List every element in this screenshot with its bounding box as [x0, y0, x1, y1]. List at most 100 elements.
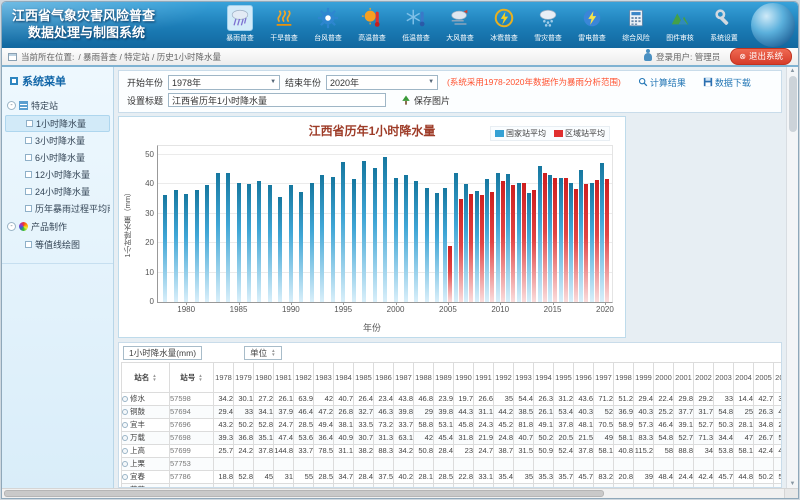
sort-arrows-icon[interactable]: ▲▼	[152, 374, 156, 382]
toolbar-item-hail[interactable]: 冰雹普查	[482, 4, 526, 43]
checkbox-icon[interactable]	[25, 188, 32, 195]
value-cell: 43.6	[574, 393, 594, 406]
value-cell: 20.8	[614, 471, 634, 484]
toolbar-item-risk[interactable]: 综合风险	[614, 4, 658, 43]
tree-group-1[interactable]: -产品制作	[5, 217, 110, 236]
chart-title-input[interactable]: 江西省历年1小时降水量	[168, 93, 386, 107]
checkbox-icon[interactable]	[25, 171, 32, 178]
map-review-icon	[667, 5, 693, 31]
value-cell: 53.4	[554, 406, 574, 419]
value-cell: 42.4	[694, 471, 714, 484]
table-row[interactable]: 宜丰5769643.250.252.824.728.549.438.133.57…	[122, 419, 783, 432]
row-expand-icon[interactable]	[122, 409, 128, 415]
row-expand-icon[interactable]	[122, 448, 128, 454]
tree-item[interactable]: 3小时降水量	[5, 132, 110, 149]
horizontal-scroll-thumb[interactable]	[4, 490, 604, 497]
value-cell: 19.7	[454, 393, 474, 406]
value-cell: 40.9	[334, 432, 354, 445]
toolbar-item-high-temp[interactable]: 高温普查	[350, 4, 394, 43]
value-cell: 34.2	[734, 484, 754, 489]
vertical-scrollbar[interactable]: ▲ ▼	[786, 67, 798, 488]
table-row[interactable]: 修水5759834.230.127.226.163.94240.726.423.…	[122, 393, 783, 406]
row-expand-icon[interactable]	[122, 422, 128, 428]
checkbox-icon[interactable]	[25, 137, 32, 144]
table-row[interactable]: 宜春5778618.852.845315528.534.728.437.540.…	[122, 471, 783, 484]
value-cell: 34	[694, 445, 714, 458]
checkbox-icon[interactable]	[25, 154, 32, 161]
bar-regional	[459, 199, 463, 302]
value-cell: 25.7	[214, 445, 234, 458]
checkbox-icon[interactable]	[25, 205, 32, 212]
station-id-cell: 57698	[170, 432, 214, 445]
toolbar-item-wind[interactable]: 大风普查	[438, 4, 482, 43]
value-cell: 35.1	[254, 432, 274, 445]
row-expand-icon[interactable]	[122, 474, 128, 480]
value-cell: 34.2	[214, 393, 234, 406]
scroll-down-icon[interactable]: ▼	[790, 481, 796, 487]
column-header-label: 站号	[180, 372, 195, 383]
row-expand-icon[interactable]	[122, 435, 128, 441]
filter-row-2: 设置标题 江西省历年1小时降水量 保存图片	[127, 91, 773, 109]
breadcrumb[interactable]: / 暴雨普查 / 特定站 / 历史1小时降水量	[78, 51, 221, 63]
year-column-header: 1987	[394, 363, 414, 393]
row-expand-icon[interactable]	[122, 396, 128, 402]
value-cell: 29	[414, 406, 434, 419]
toolbar-item-lightning[interactable]: 雷电普查	[570, 4, 614, 43]
value-cell: 14.4	[734, 393, 754, 406]
logout-button[interactable]: ⊗ 退出系统	[730, 48, 792, 65]
toolbar-item-rainstorm[interactable]: 暴雨普查	[218, 4, 262, 43]
value-cell: 54.8	[714, 406, 734, 419]
toolbar-item-map-review[interactable]: 图件审核	[658, 4, 702, 43]
table-row[interactable]: 上栗57753	[122, 458, 783, 471]
value-cell: 42.9	[774, 406, 783, 419]
row-expand-icon[interactable]	[122, 487, 128, 488]
toolbar-item-low-temp[interactable]: 低温普查	[394, 4, 438, 43]
tree-item[interactable]: 1小时降水量	[5, 115, 110, 132]
tree-item[interactable]: 24小时降水量	[5, 183, 110, 200]
unit-select[interactable]: 单位 ▲▼	[244, 346, 281, 360]
year-column-header: 1994	[534, 363, 554, 393]
table-row[interactable]: 上高5769925.724.237.8144.833.778.531.138.2…	[122, 445, 783, 458]
tree-item[interactable]: 历年暴雨过程平均雨量	[5, 200, 110, 217]
value-cell: 25	[734, 406, 754, 419]
station-id-cell: 57694	[170, 406, 214, 419]
save-image-button[interactable]: 保存图片	[401, 94, 450, 107]
value-cell: 31.5	[514, 445, 534, 458]
column-header-id[interactable]: 站号▲▼	[170, 363, 214, 393]
table-row[interactable]: 万载5769839.336.835.147.453.636.440.930.73…	[122, 432, 783, 445]
horizontal-scrollbar[interactable]	[2, 488, 798, 498]
calculate-button[interactable]: 计算结果	[638, 76, 686, 89]
row-expand-icon[interactable]	[122, 461, 128, 467]
toolbar-item-drought[interactable]: 干旱普查	[262, 4, 306, 43]
bar-national	[299, 192, 303, 302]
start-year-select[interactable]: 1978年 ▼	[168, 75, 280, 90]
checkbox-icon[interactable]	[25, 241, 32, 248]
toolbar-item-settings[interactable]: 系统设置	[702, 4, 746, 43]
value-cell: 23.4	[374, 393, 394, 406]
table-type-select[interactable]: 1小时降水量(mm)	[123, 346, 202, 360]
table-row[interactable]: 莲花5778922.436.236.937.148.541.923.630.23…	[122, 484, 783, 489]
bar-group	[328, 146, 338, 302]
expander-icon[interactable]: -	[7, 101, 16, 110]
expander-icon[interactable]: -	[7, 222, 16, 231]
scroll-up-icon[interactable]: ▲	[790, 68, 796, 74]
tree-group-0[interactable]: -特定站	[5, 96, 110, 115]
value-cell: 58.1	[594, 445, 614, 458]
value-cell: 38.2	[454, 484, 474, 489]
value-cell: 115.2	[634, 445, 654, 458]
tree-item[interactable]: 等值线绘图	[5, 236, 110, 253]
year-column-header: 2005	[754, 363, 774, 393]
value-cell: 39.1	[674, 419, 694, 432]
toolbar-item-typhoon[interactable]: 台风普查	[306, 4, 350, 43]
tree-item[interactable]: 12小时降水量	[5, 166, 110, 183]
checkbox-icon[interactable]	[26, 120, 33, 127]
download-button[interactable]: 数据下载	[703, 76, 751, 89]
value-cell: 33.1	[474, 471, 494, 484]
tree-item[interactable]: 6小时降水量	[5, 149, 110, 166]
toolbar-item-snow[interactable]: 雪灾普查	[526, 4, 570, 43]
table-row[interactable]: 铜鼓5769429.43334.137.946.447.226.832.746.…	[122, 406, 783, 419]
end-year-select[interactable]: 2020年 ▼	[326, 75, 438, 90]
column-header-station[interactable]: 站名▲▼	[122, 363, 170, 393]
vertical-scroll-thumb[interactable]	[789, 76, 797, 132]
sort-arrows-icon[interactable]: ▲▼	[198, 374, 202, 382]
